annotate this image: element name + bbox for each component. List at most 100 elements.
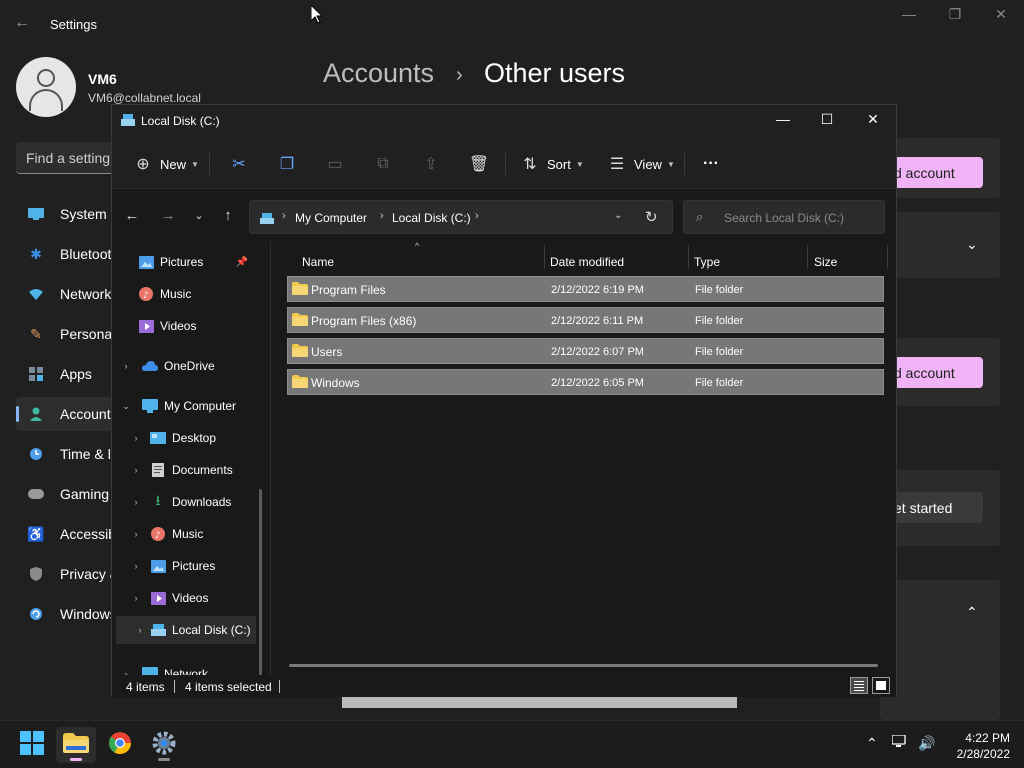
chevron-down-icon[interactable]: ⌄	[966, 236, 978, 253]
minimize-icon[interactable]: —	[768, 111, 798, 131]
back-arrow-icon[interactable]: ←	[122, 207, 142, 224]
nav-apps[interactable]: Apps	[16, 357, 126, 391]
volume-icon[interactable]: 🔊	[918, 735, 935, 752]
copy-button[interactable]: ❐	[276, 153, 298, 175]
details-view-icon[interactable]	[850, 677, 868, 694]
chrome-taskbar-button[interactable]	[100, 727, 140, 763]
chevron-right-icon[interactable]: ›	[130, 497, 142, 507]
pictures-icon	[150, 559, 166, 573]
find-setting-input[interactable]: Find a setting	[16, 142, 126, 174]
settings-card	[880, 212, 1000, 278]
forward-arrow-icon[interactable]: →	[158, 207, 178, 224]
column-header-name[interactable]: Name	[302, 251, 334, 273]
clock[interactable]: 4:22 PM 2/28/2022	[957, 730, 1010, 762]
close-icon[interactable]: ✕	[858, 111, 888, 131]
tree-item-downloads[interactable]: › ⭳ Downloads	[112, 488, 262, 516]
file-row-users[interactable]: Users 2/12/2022 6:07 PM File folder	[287, 338, 884, 364]
nav-system[interactable]: System	[16, 197, 126, 231]
large-icons-view-icon[interactable]	[872, 677, 890, 694]
column-header-date-modified[interactable]: Date modified	[550, 251, 624, 273]
address-dropdown-icon[interactable]: ⌄	[614, 210, 622, 221]
new-button[interactable]: ⊕ New ▼	[132, 153, 199, 175]
chevron-right-icon[interactable]: ›	[134, 625, 146, 635]
tree-item-pictures[interactable]: › Pictures	[112, 552, 262, 580]
close-icon[interactable]: ✕	[981, 6, 1021, 23]
up-arrow-icon[interactable]: ↑	[218, 207, 238, 224]
rename-button[interactable]: ⧉	[372, 153, 394, 175]
address-bar[interactable]: › My Computer › Local Disk (C:) › ⌄ ↻	[249, 200, 673, 234]
view-button[interactable]: ☰ View ▼	[606, 153, 675, 175]
nav-privacy[interactable]: Privacy & security	[16, 557, 126, 591]
restore-icon[interactable]: ❐	[935, 6, 975, 23]
tree-item-videos[interactable]: › Videos	[112, 584, 262, 612]
tree-item-music-pinned[interactable]: ♪ Music	[112, 280, 262, 308]
tree-item-music[interactable]: › ♪ Music	[112, 520, 262, 548]
cut-button[interactable]: ✂	[228, 153, 250, 175]
tree-item-local-disk[interactable]: › Local Disk (C:)	[116, 616, 256, 644]
nav-time-language[interactable]: Time & language	[16, 437, 126, 471]
file-type: File folder	[695, 315, 744, 327]
file-row-program-files[interactable]: Program Files 2/12/2022 6:19 PM File fol…	[287, 276, 884, 302]
file-row-windows[interactable]: Windows 2/12/2022 6:05 PM File folder	[287, 369, 884, 395]
pin-icon[interactable]: 📌	[236, 257, 248, 268]
column-divider[interactable]	[544, 245, 545, 269]
sort-label: Sort	[547, 156, 571, 172]
settings-taskbar-button[interactable]	[144, 727, 184, 763]
nav-accessibility[interactable]: ♿ Accessibility	[16, 517, 126, 551]
breadcrumb-my-computer[interactable]: My Computer	[295, 211, 367, 225]
chevron-right-icon[interactable]: ›	[130, 433, 142, 443]
chevron-right-icon[interactable]: ›	[130, 593, 142, 603]
chevron-up-icon[interactable]: ⌃	[966, 604, 978, 621]
breadcrumb-separator: ›	[456, 64, 463, 86]
search-box[interactable]: ⌕ Search Local Disk (C:)	[683, 200, 885, 234]
network-icon[interactable]	[891, 734, 908, 752]
start-button[interactable]	[12, 727, 52, 763]
back-arrow-icon[interactable]: ←	[14, 14, 30, 32]
recent-locations-chevron-icon[interactable]: ⌄	[189, 209, 209, 222]
chevron-down-icon[interactable]: ⌄	[120, 401, 132, 412]
tree-item-my-computer[interactable]: ⌄ My Computer	[112, 392, 262, 420]
nav-gaming[interactable]: Gaming	[16, 477, 126, 511]
file-date: 2/12/2022 6:05 PM	[551, 377, 644, 389]
chevron-right-icon[interactable]: ›	[120, 361, 132, 371]
breadcrumb-accounts[interactable]: Accounts	[323, 58, 434, 89]
minimize-icon[interactable]: —	[889, 6, 929, 22]
chevron-right-icon[interactable]: ›	[130, 529, 142, 539]
nav-bluetooth[interactable]: ✱ Bluetooth & devices	[16, 237, 126, 271]
taskbar: ⌃ 🔊 4:22 PM 2/28/2022	[0, 720, 1024, 768]
nav-accounts[interactable]: Accounts	[16, 397, 126, 431]
tree-item-desktop[interactable]: › Desktop	[112, 424, 262, 452]
chevron-down-icon: ▼	[191, 159, 199, 169]
nav-windows-update[interactable]: Windows Update	[16, 597, 126, 631]
chevron-right-icon[interactable]: ›	[130, 561, 142, 571]
navigation-scrollbar[interactable]	[259, 489, 262, 675]
sort-button[interactable]: ⇅ Sort ▼	[519, 153, 583, 175]
nav-network[interactable]: Network & internet	[16, 277, 126, 311]
column-divider[interactable]	[688, 245, 689, 269]
breadcrumb-local-disk[interactable]: Local Disk (C:)	[392, 211, 471, 225]
column-divider[interactable]	[807, 245, 808, 269]
more-options-button[interactable]: ···	[703, 153, 719, 175]
maximize-icon[interactable]: ☐	[812, 111, 842, 131]
column-header-type[interactable]: Type	[694, 251, 720, 273]
file-explorer-taskbar-button[interactable]	[56, 727, 96, 763]
horizontal-scrollbar[interactable]	[289, 664, 878, 667]
refresh-icon[interactable]: ↻	[645, 208, 658, 226]
file-row-program-files-x86[interactable]: Program Files (x86) 2/12/2022 6:11 PM Fi…	[287, 307, 884, 333]
tree-item-videos-pinned[interactable]: Videos	[112, 312, 262, 340]
paste-button[interactable]: ▭	[324, 153, 346, 175]
pane-splitter[interactable]	[270, 241, 271, 675]
nav-personalization[interactable]: ✎ Personalization	[16, 317, 126, 351]
chevron-up-icon[interactable]: ⌃	[866, 735, 878, 752]
share-button[interactable]: ⇪	[420, 153, 442, 175]
delete-button[interactable]: 🗑	[468, 153, 490, 175]
column-divider[interactable]	[887, 245, 888, 269]
tree-item-network[interactable]: › Network	[112, 660, 262, 675]
column-header-size[interactable]: Size	[814, 251, 837, 273]
music-icon: ♪	[138, 287, 154, 301]
chevron-right-icon[interactable]: ›	[130, 465, 142, 475]
tree-item-documents[interactable]: › Documents	[112, 456, 262, 484]
tree-item-pictures-pinned[interactable]: Pictures 📌	[112, 248, 262, 276]
tree-item-onedrive[interactable]: › OneDrive	[112, 352, 262, 380]
explorer-titlebar[interactable]: Local Disk (C:) — ☐ ✕	[112, 105, 896, 137]
